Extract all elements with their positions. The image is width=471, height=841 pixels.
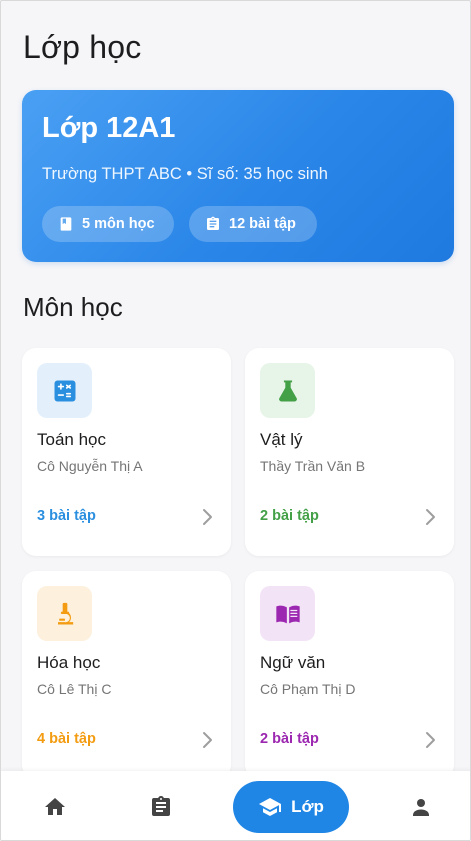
school-icon xyxy=(258,795,282,819)
nav-home[interactable] xyxy=(25,771,85,840)
nav-class-label: Lớp xyxy=(291,797,324,816)
page-title: Lớp học xyxy=(23,29,142,65)
subject-card-chemistry[interactable]: Hóa học Cô Lê Thị C 4 bài tập xyxy=(22,571,231,779)
subject-card-physics[interactable]: Vật lý Thầy Trần Văn B 2 bài tập xyxy=(245,348,454,556)
subject-teacher: Thầy Trần Văn B xyxy=(260,458,366,474)
subject-assignment-count: 2 bài tập xyxy=(260,508,319,524)
microscope-icon xyxy=(51,600,79,628)
subject-name: Hóa học xyxy=(37,653,101,672)
book-icon xyxy=(58,216,74,232)
subject-name: Toán học xyxy=(37,430,106,449)
subjects-count-label: 5 môn học xyxy=(82,216,155,232)
subjects-count-chip: 5 môn học xyxy=(42,206,174,242)
subject-icon-box xyxy=(260,586,315,641)
subject-icon-box xyxy=(37,586,92,641)
subject-assignment-count: 2 bài tập xyxy=(260,731,319,747)
app-screen: Lớp học Lớp 12A1 Trường THPT ABC • Sĩ số… xyxy=(0,0,471,841)
assignments-count-label: 12 bài tập xyxy=(229,216,296,232)
nav-profile[interactable] xyxy=(391,771,451,840)
nav-assignments[interactable] xyxy=(131,771,191,840)
subject-card-literature[interactable]: Ngữ văn Cô Phạm Thị D 2 bài tập xyxy=(245,571,454,779)
subject-name: Ngữ văn xyxy=(260,653,326,672)
assignments-count-chip: 12 bài tập xyxy=(189,206,317,242)
chevron-right-icon xyxy=(424,731,436,749)
subject-assignment-count: 4 bài tập xyxy=(37,731,96,747)
subject-card-math[interactable]: Toán học Cô Nguyễn Thị A 3 bài tập xyxy=(22,348,231,556)
chevron-right-icon xyxy=(201,731,213,749)
home-icon xyxy=(43,795,67,819)
assignment-icon xyxy=(149,795,173,819)
nav-class-active[interactable]: Lớp xyxy=(233,781,349,833)
section-title: Môn học xyxy=(23,292,123,322)
subject-name: Vật lý xyxy=(260,430,303,449)
assignment-icon xyxy=(205,216,221,232)
flask-icon xyxy=(274,377,302,405)
person-icon xyxy=(409,795,433,819)
class-summary-card[interactable]: Lớp 12A1 Trường THPT ABC • Sĩ số: 35 học… xyxy=(22,90,454,262)
subject-icon-box xyxy=(260,363,315,418)
subject-teacher: Cô Nguyễn Thị A xyxy=(37,458,143,474)
class-info: Trường THPT ABC • Sĩ số: 35 học sinh xyxy=(42,165,328,183)
chevron-right-icon xyxy=(424,508,436,526)
subject-teacher: Cô Phạm Thị D xyxy=(260,681,356,697)
open-book-icon xyxy=(274,600,302,628)
subject-icon-box xyxy=(37,363,92,418)
class-name: Lớp 12A1 xyxy=(42,112,176,144)
subject-assignment-count: 3 bài tập xyxy=(37,508,96,524)
calculator-icon xyxy=(51,377,79,405)
subject-teacher: Cô Lê Thị C xyxy=(37,681,112,697)
chevron-right-icon xyxy=(201,508,213,526)
